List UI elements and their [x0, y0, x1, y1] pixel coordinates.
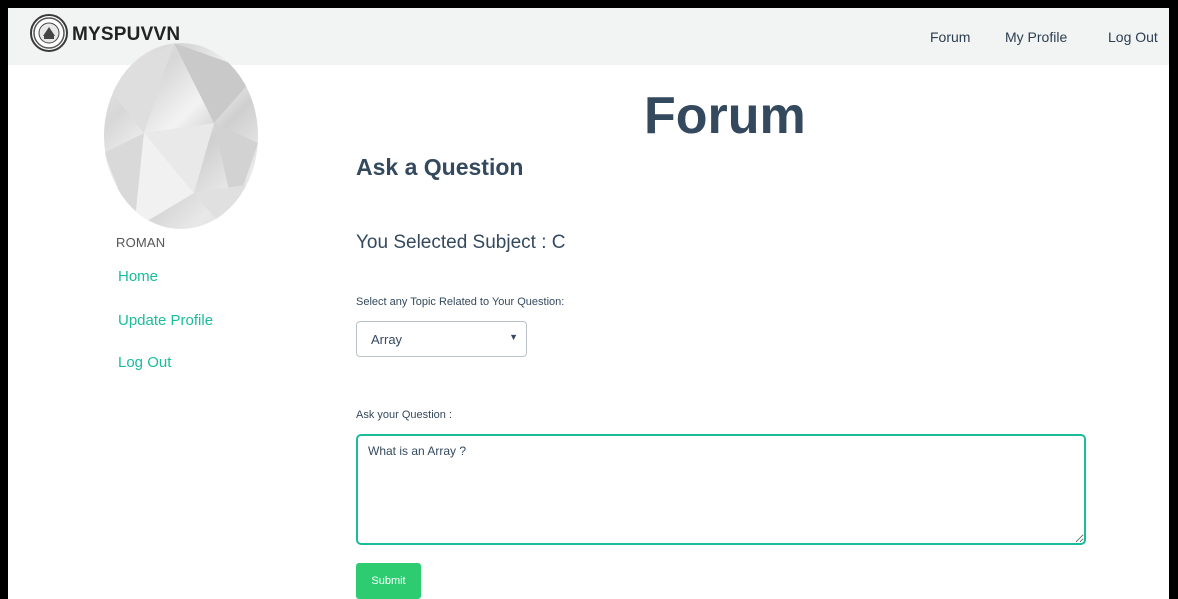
topic-label: Select any Topic Related to Your Questio…	[356, 296, 565, 308]
topic-select-value: Array	[371, 332, 403, 347]
section-title: Ask a Question	[356, 154, 524, 180]
avatar	[104, 43, 258, 229]
username: ROMAN	[116, 235, 166, 250]
question-label: Ask your Question :	[356, 409, 452, 421]
nav-link-my-profile[interactable]: My Profile	[1005, 29, 1067, 45]
nav-link-forum[interactable]: Forum	[930, 29, 970, 45]
sidebar-link-update-profile[interactable]: Update Profile	[118, 312, 213, 329]
chevron-down-icon: ▼	[509, 332, 518, 342]
sidebar-link-home[interactable]: Home	[118, 268, 158, 285]
question-textarea[interactable]: What is an Array ?	[356, 434, 1086, 545]
page-title: Forum	[644, 87, 806, 145]
sidebar-link-log-out[interactable]: Log Out	[118, 354, 171, 371]
topic-select[interactable]: Array ▼	[356, 321, 527, 357]
nav-link-log-out[interactable]: Log Out	[1108, 29, 1158, 45]
selected-subject: You Selected Subject : C	[356, 232, 566, 253]
page-frame: MYSPUVVN Forum My Profile Log Out ROMAN …	[8, 8, 1169, 599]
university-seal-icon[interactable]	[30, 14, 68, 52]
submit-button[interactable]: Submit	[356, 563, 421, 599]
